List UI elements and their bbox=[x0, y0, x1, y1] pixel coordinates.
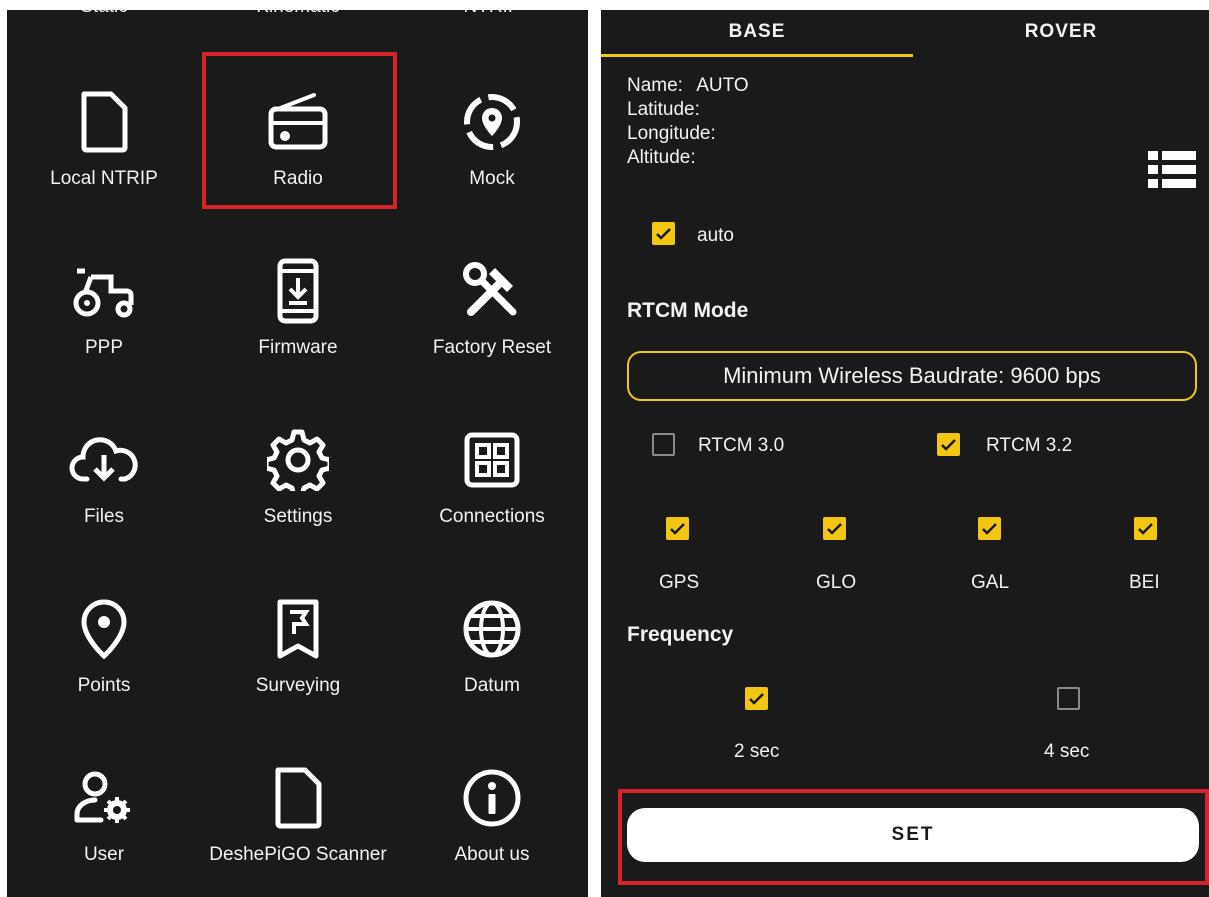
rtcm-3-0-label: RTCM 3.0 bbox=[698, 435, 785, 456]
base-settings-panel: BASE ROVER Name: AUTO Latitude: Longitud… bbox=[601, 10, 1209, 897]
menu-item-label: Factory Reset bbox=[432, 337, 552, 358]
gps-label: GPS bbox=[659, 572, 700, 593]
menu-item-firmware[interactable]: Firmware bbox=[201, 216, 395, 385]
menu-item-ntrip-label[interactable]: NTRIP bbox=[395, 10, 588, 18]
phone-download-icon bbox=[201, 252, 395, 330]
bei-checkbox[interactable] bbox=[1134, 517, 1157, 540]
menu-item-label: User bbox=[83, 844, 125, 865]
gps-checkbox[interactable] bbox=[666, 517, 689, 540]
file-icon bbox=[201, 759, 395, 837]
globe-icon bbox=[395, 590, 588, 668]
rtcm-3-2-checkbox[interactable] bbox=[937, 433, 960, 456]
altitude-label: Altitude: bbox=[627, 147, 696, 168]
menu-item-label: Connections bbox=[439, 506, 545, 527]
menu-item-label: Files bbox=[83, 506, 125, 527]
menu-item-points[interactable]: Points bbox=[7, 554, 201, 723]
gear-icon bbox=[201, 421, 395, 499]
rtcm-mode-heading: RTCM Mode bbox=[627, 299, 749, 322]
cloud-download-icon bbox=[7, 421, 201, 499]
active-tab-indicator bbox=[601, 54, 913, 57]
menu-item-local-ntrip[interactable]: Local NTRIP bbox=[7, 47, 201, 216]
menu-item-label: Mock bbox=[469, 168, 515, 189]
location-pin-dashed-icon bbox=[395, 83, 588, 161]
menu-item-label: Settings bbox=[263, 506, 333, 527]
location-pin-icon bbox=[7, 590, 201, 668]
file-icon bbox=[7, 83, 201, 161]
frequency-4-sec-label: 4 sec bbox=[1044, 741, 1090, 762]
menu-item-datum[interactable]: Datum bbox=[395, 554, 588, 723]
base-name-label: Name: bbox=[627, 75, 683, 96]
menu-item-label: PPP bbox=[84, 337, 124, 358]
menu-item-label: Surveying bbox=[255, 675, 341, 696]
menu-item-ppp[interactable]: PPP bbox=[7, 216, 201, 385]
base-name-value: AUTO bbox=[696, 75, 749, 96]
menu-item-factory-reset[interactable]: Factory Reset bbox=[395, 216, 588, 385]
set-highlight-box bbox=[618, 789, 1209, 885]
info-icon bbox=[395, 759, 588, 837]
baudrate-button[interactable]: Minimum Wireless Baudrate: 9600 bps bbox=[627, 351, 1197, 401]
base-name-row: Name: AUTO bbox=[627, 74, 749, 98]
menu-item-about-us[interactable]: About us bbox=[395, 723, 588, 892]
rtcm-3-0-checkbox[interactable] bbox=[652, 433, 675, 456]
menu-item-settings[interactable]: Settings bbox=[201, 385, 395, 554]
auto-checkbox[interactable] bbox=[652, 222, 675, 245]
menu-item-mock[interactable]: Mock bbox=[395, 47, 588, 216]
bei-label: BEI bbox=[1129, 572, 1160, 593]
rtcm-3-2-label: RTCM 3.2 bbox=[986, 435, 1073, 456]
radio-highlight-box bbox=[202, 52, 397, 209]
grid-icon bbox=[395, 421, 588, 499]
menu-item-user[interactable]: User bbox=[7, 723, 201, 892]
menu-item-label: About us bbox=[454, 844, 530, 865]
flag-bookmark-icon bbox=[201, 590, 395, 668]
menu-item-connections[interactable]: Connections bbox=[395, 385, 588, 554]
tools-icon bbox=[395, 252, 588, 330]
menu-item-deshepigo-scanner[interactable]: DeshePiGO Scanner bbox=[201, 723, 395, 892]
tab-rover[interactable]: ROVER bbox=[913, 10, 1209, 54]
gal-checkbox[interactable] bbox=[978, 517, 1001, 540]
menu-item-label: DeshePiGO Scanner bbox=[209, 844, 387, 865]
user-settings-icon bbox=[7, 759, 201, 837]
menu-item-kinematic-label[interactable]: Kinematic bbox=[201, 10, 395, 18]
main-menu-panel: Static Kinematic NTRIP Local NTRIP Radio… bbox=[7, 10, 588, 897]
frequency-2-sec-checkbox[interactable] bbox=[745, 687, 768, 710]
longitude-label: Longitude: bbox=[627, 123, 716, 144]
menu-item-surveying[interactable]: Surveying bbox=[201, 554, 395, 723]
menu-item-label: Firmware bbox=[258, 337, 338, 358]
glo-checkbox[interactable] bbox=[823, 517, 846, 540]
menu-item-static-label[interactable]: Static bbox=[7, 10, 201, 18]
frequency-2-sec-label: 2 sec bbox=[734, 741, 780, 762]
tab-base[interactable]: BASE bbox=[601, 10, 913, 54]
gal-label: GAL bbox=[971, 572, 1010, 593]
tractor-icon bbox=[7, 252, 201, 330]
menu-item-label: Datum bbox=[464, 675, 520, 696]
latitude-label: Latitude: bbox=[627, 99, 700, 120]
frequency-heading: Frequency bbox=[627, 623, 734, 646]
menu-item-label: Local NTRIP bbox=[50, 168, 158, 189]
auto-checkbox-label: auto bbox=[697, 225, 734, 246]
list-icon[interactable] bbox=[1148, 151, 1196, 194]
menu-item-files[interactable]: Files bbox=[7, 385, 201, 554]
glo-label: GLO bbox=[816, 572, 857, 593]
menu-item-label: Points bbox=[77, 675, 131, 696]
frequency-4-sec-checkbox[interactable] bbox=[1057, 687, 1080, 710]
